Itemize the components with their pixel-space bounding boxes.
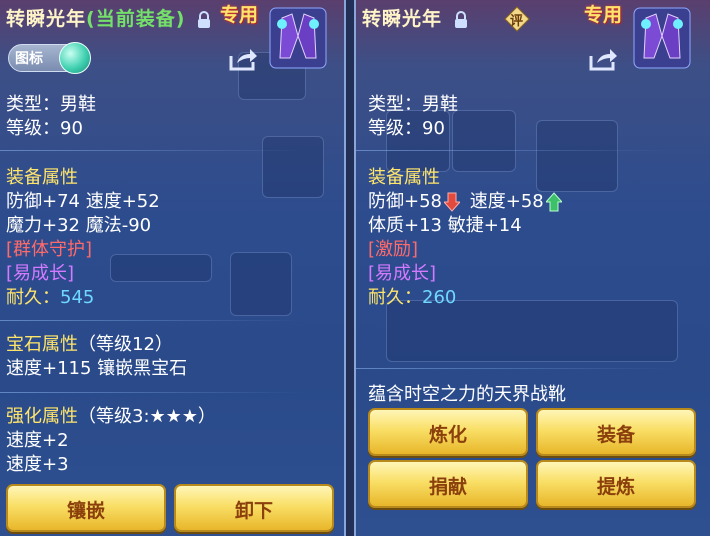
- durability-line: 耐久：260: [368, 283, 456, 309]
- enhance-line: 速度+2: [6, 430, 69, 451]
- lock-icon: [198, 10, 211, 28]
- defense-value: 防御+58: [368, 191, 442, 212]
- divider: [356, 368, 672, 369]
- inlay-label: 镶嵌: [66, 500, 105, 522]
- divider: [356, 150, 672, 151]
- gem-line: 速度+115 镶嵌黑宝石: [6, 358, 188, 379]
- compare-equipment-panel: 转瞬光年 评 专用 类型：男鞋 等级：90 装备属性 防御+58 速度+58 体…: [354, 0, 710, 536]
- unequip-label: 卸下: [234, 500, 273, 522]
- level-line: 等级：90: [368, 118, 445, 139]
- special-tag: 专用: [584, 4, 623, 26]
- item-description: 蕴含时空之力的天界战靴: [368, 384, 566, 405]
- background-slot: [386, 300, 678, 362]
- equip-attr-header: 装备属性: [368, 167, 440, 188]
- background-slot: [110, 254, 212, 282]
- review-badge-label: 评: [510, 14, 524, 29]
- arrow-down-icon: [444, 192, 460, 212]
- item-title: 转瞬光年(当前装备): [6, 4, 211, 31]
- durability-label: 耐久：: [368, 287, 422, 308]
- share-icon[interactable]: [588, 46, 618, 72]
- refine-label: 炼化: [428, 424, 467, 446]
- lock-icon: [454, 10, 467, 28]
- donate-button[interactable]: 捐献: [368, 460, 528, 508]
- donate-label: 捐献: [428, 476, 467, 498]
- current-equipped-label: (当前装备): [86, 8, 186, 30]
- background-slot: [230, 252, 292, 316]
- extract-button[interactable]: 提炼: [536, 460, 696, 508]
- boots-icon: [269, 7, 327, 69]
- arrow-up-icon: [545, 192, 562, 212]
- divider: [0, 320, 304, 321]
- type-line: 类型：男鞋: [368, 94, 458, 115]
- level-line: 等级：90: [6, 118, 83, 139]
- refine-button[interactable]: 炼化: [368, 408, 528, 456]
- speed-value: 速度+58: [469, 191, 544, 212]
- background-slot: [262, 136, 324, 198]
- enhance-level: （等级3:★★★）: [78, 406, 216, 427]
- toggle-orb-icon: [59, 42, 91, 74]
- item-name: 转瞬光年: [6, 8, 87, 30]
- durability-value: 545: [60, 287, 95, 308]
- background-slot: [536, 120, 618, 192]
- share-icon[interactable]: [228, 46, 258, 72]
- current-equipment-panel: 转瞬光年(当前装备) 专用 图标 类型：男鞋 等级：90 装备属性 防御+74 …: [0, 0, 346, 536]
- durability-value: 260: [422, 287, 457, 308]
- equip-label: 装备: [596, 424, 635, 446]
- attr-line-compare: 防御+58 速度+58: [368, 187, 562, 213]
- equip-attr-header: 装备属性: [6, 167, 78, 188]
- attr-line: 魔力+32 魔法-90: [6, 215, 152, 236]
- enhance-attr-header: 强化属性（等级3:★★★）: [6, 402, 216, 428]
- inlay-button[interactable]: 镶嵌: [6, 484, 166, 532]
- durability-line: 耐久：545: [6, 283, 94, 309]
- gem-level: （等级12）: [78, 334, 173, 355]
- special-effect: [群体守护]: [6, 239, 93, 260]
- review-badge[interactable]: 评: [504, 6, 530, 32]
- special-trait: [易成长]: [6, 263, 75, 284]
- gem-attr-title: 宝石属性: [6, 334, 78, 355]
- durability-label: 耐久：: [6, 287, 60, 308]
- attr-line: 体质+13 敏捷+14: [368, 215, 522, 236]
- enhance-title: 强化属性: [6, 406, 78, 427]
- divider: [0, 392, 304, 393]
- special-effect: [激励]: [368, 239, 419, 260]
- item-title: 转瞬光年: [362, 4, 468, 31]
- attr-line: 防御+74 速度+52: [6, 191, 160, 212]
- boots-icon: [633, 7, 691, 69]
- special-tag: 专用: [220, 4, 259, 26]
- unequip-button[interactable]: 卸下: [174, 484, 334, 532]
- item-name: 转瞬光年: [362, 8, 443, 30]
- background-slot: [452, 110, 516, 172]
- divider: [0, 150, 304, 151]
- special-trait: [易成长]: [368, 263, 437, 284]
- enhance-line: 速度+3: [6, 454, 69, 475]
- icon-toggle-button[interactable]: 图标: [8, 42, 91, 74]
- gem-attr-header: 宝石属性（等级12）: [6, 330, 173, 356]
- icon-toggle-label: 图标: [15, 51, 43, 67]
- extract-label: 提炼: [596, 476, 635, 498]
- equip-button[interactable]: 装备: [536, 408, 696, 456]
- type-line: 类型：男鞋: [6, 94, 96, 115]
